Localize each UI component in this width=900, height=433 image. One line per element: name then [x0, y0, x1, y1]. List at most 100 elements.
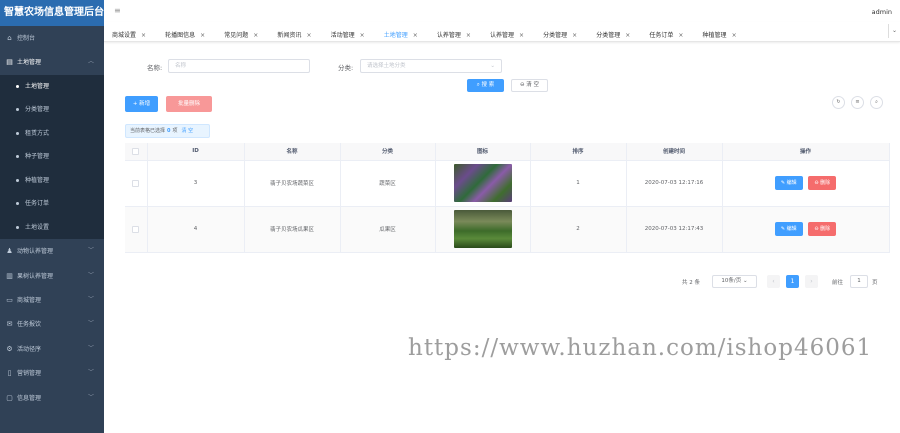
columns-icon[interactable]: ≡: [851, 96, 864, 109]
goto-page-input[interactable]: 1: [850, 275, 868, 288]
next-page-button[interactable]: ›: [805, 275, 818, 288]
tab[interactable]: 任务订单 ×: [649, 26, 683, 41]
close-icon[interactable]: ×: [625, 32, 630, 39]
column-header: 操作: [722, 143, 890, 161]
chevron-down-icon[interactable]: ⌄: [888, 24, 900, 38]
gear-icon: ⚙: [6, 344, 13, 353]
user-name[interactable]: admin: [872, 8, 892, 16]
cell-actions: ✎ 编辑 ⊖ 删除: [722, 160, 890, 207]
close-icon[interactable]: ×: [253, 32, 258, 39]
cell-created: 2020-07-03 12:17:43: [626, 206, 723, 253]
reset-button[interactable]: ⊖ 清 空: [511, 79, 548, 92]
sidebar-subitem[interactable]: 种子管理: [0, 145, 104, 169]
cell-created: 2020-07-03 12:17:16: [626, 160, 723, 207]
column-header: 排序: [530, 143, 627, 161]
table-row: 3 翡子贝农场蔬菜区 蔬菜区 1 2020-07-03 12:17:16 ✎ 编…: [125, 160, 890, 207]
refresh-icon[interactable]: ↻: [832, 96, 845, 109]
dot-icon: [16, 178, 19, 182]
tab[interactable]: 分类管理 ×: [596, 26, 630, 41]
sidebar-item-mall[interactable]: ▭ 商城管理 ﹀: [0, 288, 104, 312]
cell-actions: ✎ 编辑 ⊖ 删除: [722, 206, 890, 253]
selection-alert: 当前表格已选择 0 项清 空: [125, 124, 210, 138]
search-button[interactable]: ⌕ 搜 索: [467, 79, 504, 92]
sidebar-item-dashboard[interactable]: ⌂ 控制台: [0, 26, 104, 50]
tab[interactable]: 认养管理 ×: [490, 26, 524, 41]
sidebar-item-animal[interactable]: ♟ 动物认养管理 ﹀: [0, 239, 104, 263]
tab-active[interactable]: 土地管理 ×: [384, 26, 418, 41]
chevron-down-icon: ⌄: [743, 278, 748, 284]
delete-button[interactable]: ⊖ 删除: [808, 176, 837, 190]
sidebar-item-fruit[interactable]: ▥ 果树认养管理 ﹀: [0, 264, 104, 288]
sidebar-item-task[interactable]: ✉ 任务报饮 ﹀: [0, 312, 104, 336]
land-thumbnail[interactable]: [453, 210, 512, 248]
close-icon[interactable]: ×: [678, 32, 683, 39]
sidebar-subitem[interactable]: 分类管理: [0, 98, 104, 122]
hamburger-icon[interactable]: ≡: [114, 6, 121, 15]
clear-selection-link[interactable]: 清 空: [182, 128, 194, 134]
document-icon: ▯: [7, 369, 12, 378]
close-icon[interactable]: ×: [200, 32, 205, 39]
edit-button[interactable]: ✎ 编辑: [774, 176, 803, 190]
app-title: 智慧农场信息管理后台: [0, 0, 104, 26]
chevron-down-icon: ﹀: [87, 296, 94, 304]
sidebar-item-land[interactable]: ▤ 土地管理 ︿: [0, 50, 104, 74]
name-input[interactable]: 名称: [168, 59, 310, 73]
dot-icon: [16, 131, 19, 135]
column-header: 创建时间: [626, 143, 723, 161]
tab[interactable]: 新闻资讯 ×: [277, 26, 311, 41]
select-all-checkbox[interactable]: [132, 147, 140, 155]
cell-icon: [435, 160, 531, 207]
page-size-select[interactable]: 10条/页 ⌄: [712, 275, 757, 288]
close-icon[interactable]: ×: [306, 32, 311, 39]
sidebar-item-label: 控制台: [17, 35, 36, 42]
close-icon[interactable]: ×: [732, 32, 737, 39]
land-thumbnail[interactable]: [453, 164, 512, 202]
dot-icon: [16, 155, 19, 159]
top-header: ≡ admin: [104, 0, 900, 22]
search-icon[interactable]: ⌕: [870, 96, 883, 109]
row-checkbox[interactable]: [132, 179, 140, 187]
column-header: 分类: [340, 143, 436, 161]
batch-delete-button[interactable]: 批量删除: [166, 96, 212, 112]
category-select[interactable]: 请选择土地分类 ⌄: [360, 59, 502, 73]
tab[interactable]: 认养管理 ×: [437, 26, 471, 41]
tab[interactable]: 轮播图信息 ×: [165, 26, 205, 41]
land-table: ID 名称 分类 图标 排序 创建时间 操作 3 翡子贝农场蔬菜区 蔬菜区 1 …: [125, 143, 890, 253]
tab[interactable]: 种植管理 ×: [703, 26, 737, 41]
close-icon[interactable]: ×: [519, 32, 524, 39]
tab[interactable]: 活动管理 ×: [331, 26, 365, 41]
sidebar-subitem[interactable]: 土地设置: [0, 216, 104, 240]
close-icon[interactable]: ×: [413, 32, 418, 39]
tab[interactable]: 商城设置 ×: [112, 26, 146, 41]
sidebar-submenu: 土地管理 分类管理 租赁方式 种子管理 种植管理 任务订单 土地设置: [0, 74, 104, 240]
sidebar-subitem[interactable]: 土地管理: [0, 75, 104, 99]
dot-icon: [16, 225, 19, 229]
tab[interactable]: 分类管理 ×: [543, 26, 577, 41]
tab[interactable]: 常见问题 ×: [224, 26, 258, 41]
add-button[interactable]: + 新增: [125, 96, 158, 112]
sidebar-item-activity[interactable]: ⚙ 活动径序 ﹀: [0, 337, 104, 361]
close-icon[interactable]: ×: [141, 32, 146, 39]
sidebar-item-marketing[interactable]: ▯ 营销管理 ﹀: [0, 361, 104, 385]
close-icon[interactable]: ×: [466, 32, 471, 39]
sidebar-subitem[interactable]: 任务订单: [0, 192, 104, 216]
sidebar: 智慧农场信息管理后台 ⌂ 控制台 ▤ 土地管理 ︿ 土地管理 分类管理 租赁方式 种…: [0, 0, 104, 433]
shop-icon: ▭: [6, 296, 13, 305]
message-icon: ▢: [6, 393, 13, 402]
prev-page-button[interactable]: ‹: [767, 275, 780, 288]
row-checkbox[interactable]: [132, 225, 140, 233]
chevron-down-icon: ﹀: [87, 393, 94, 401]
edit-button[interactable]: ✎ 编辑: [774, 222, 803, 236]
sidebar-subitem[interactable]: 租赁方式: [0, 122, 104, 146]
sidebar-subitem[interactable]: 种植管理: [0, 169, 104, 193]
grid-icon: ▤: [6, 58, 13, 67]
category-label: 分类:: [338, 64, 354, 72]
app-root: 智慧农场信息管理后台 ⌂ 控制台 ▤ 土地管理 ︿ 土地管理 分类管理 租赁方式 种…: [0, 0, 900, 433]
chevron-down-icon: ⌄: [490, 63, 495, 69]
close-icon[interactable]: ×: [572, 32, 577, 39]
sidebar-item-info[interactable]: ▢ 信息管理 ﹀: [0, 386, 104, 410]
delete-button[interactable]: ⊖ 删除: [808, 222, 837, 236]
close-icon[interactable]: ×: [360, 32, 365, 39]
page-number-current[interactable]: 1: [786, 275, 799, 288]
column-header: ID: [147, 143, 245, 161]
